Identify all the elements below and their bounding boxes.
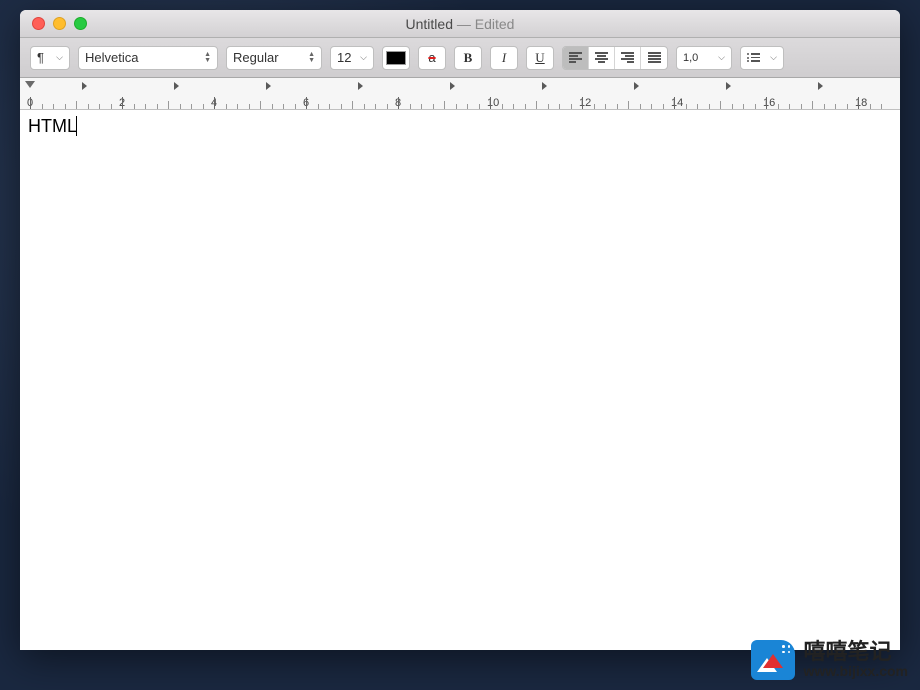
ruler-number: 16 — [763, 97, 775, 109]
window-title: Untitled — Edited — [20, 16, 900, 32]
formatting-toolbar: ¶ ⌵ Helvetica ▲▼ Regular ▲▼ 12 ⌵ a B I U — [20, 38, 900, 78]
edited-status: — Edited — [457, 16, 515, 32]
line-spacing-select[interactable]: 1,0 ⌵ — [676, 46, 732, 70]
font-family-select[interactable]: Helvetica ▲▼ — [78, 46, 218, 70]
watermark: 嘻嘻笔记 www.bijixx.com — [751, 640, 908, 680]
ruler-number: 18 — [855, 97, 867, 109]
highlight-icon: a — [428, 50, 435, 65]
bold-button[interactable]: B — [454, 46, 482, 70]
chevron-down-icon: ⌵ — [766, 52, 777, 63]
textedit-window: Untitled — Edited ¶ ⌵ Helvetica ▲▼ Regul… — [20, 10, 900, 650]
ruler-number: 10 — [487, 97, 499, 109]
font-weight-select[interactable]: Regular ▲▼ — [226, 46, 322, 70]
bold-icon: B — [464, 50, 473, 66]
tab-stop-marker[interactable] — [450, 82, 455, 90]
stepper-icon: ▲▼ — [305, 52, 315, 64]
list-icon — [747, 53, 760, 62]
ruler[interactable]: 024681012141618 — [20, 78, 900, 110]
underline-icon: U — [535, 50, 544, 66]
line-spacing-value: 1,0 — [683, 52, 698, 64]
tab-stop-marker[interactable] — [266, 82, 271, 90]
titlebar[interactable]: Untitled — Edited — [20, 10, 900, 38]
ruler-number: 12 — [579, 97, 591, 109]
chevron-down-icon: ⌵ — [356, 52, 367, 63]
alignment-group — [562, 46, 668, 70]
tab-stop-marker[interactable] — [82, 82, 87, 90]
left-margin-marker[interactable] — [25, 81, 35, 88]
watermark-name: 嘻嘻笔记 — [803, 640, 908, 664]
list-style-select[interactable]: ⌵ — [740, 46, 784, 70]
paragraph-style-select[interactable]: ¶ ⌵ — [30, 46, 70, 70]
font-weight-value: Regular — [233, 50, 279, 65]
italic-icon: I — [502, 50, 506, 66]
tab-stop-marker[interactable] — [634, 82, 639, 90]
align-center-button[interactable] — [589, 47, 615, 69]
font-size-select[interactable]: 12 ⌵ — [330, 46, 374, 70]
stepper-icon: ▲▼ — [201, 52, 211, 64]
align-right-button[interactable] — [615, 47, 641, 69]
tab-stop-marker[interactable] — [358, 82, 363, 90]
font-size-value: 12 — [337, 50, 351, 65]
paragraph-symbol: ¶ — [37, 50, 44, 65]
ruler-number: 14 — [671, 97, 683, 109]
document-name: Untitled — [406, 16, 453, 32]
text-color-button[interactable] — [382, 46, 410, 70]
tab-stop-marker[interactable] — [542, 82, 547, 90]
watermark-url: www.bijixx.com — [803, 664, 908, 679]
text-cursor — [76, 116, 77, 136]
italic-button[interactable]: I — [490, 46, 518, 70]
watermark-logo — [751, 640, 795, 680]
chevron-down-icon: ⌵ — [52, 52, 63, 63]
chevron-down-icon: ⌵ — [714, 52, 725, 63]
tab-stop-marker[interactable] — [174, 82, 179, 90]
document-text: HTML — [28, 116, 77, 136]
color-swatch — [386, 51, 406, 65]
document-area[interactable]: HTML — [20, 110, 900, 650]
align-justify-button[interactable] — [641, 47, 667, 69]
align-left-button[interactable] — [563, 47, 589, 69]
tab-stop-marker[interactable] — [818, 82, 823, 90]
highlight-color-button[interactable]: a — [418, 46, 446, 70]
underline-button[interactable]: U — [526, 46, 554, 70]
tab-stop-marker[interactable] — [726, 82, 731, 90]
font-family-value: Helvetica — [85, 50, 138, 65]
